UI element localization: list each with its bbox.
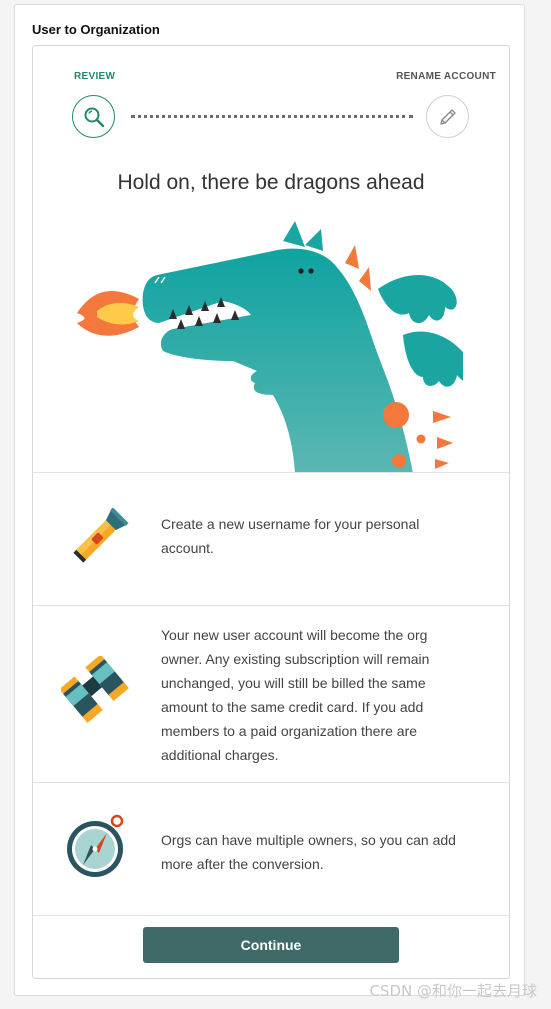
flashlight-icon [73,507,129,563]
feature-owner: Your new user account will become the or… [33,606,509,782]
step-connector [131,115,413,118]
dialog-panel: User to Organization REVIEW RENAME ACCOU… [14,4,525,996]
stepper: REVIEW RENAME ACCOUNT [33,46,509,166]
step-review [72,95,115,138]
step-rename-label: RENAME ACCOUNT [396,71,496,82]
step-rename [426,95,469,138]
continue-button[interactable]: Continue [143,927,399,963]
feature-username-text: Create a new username for your personal … [161,516,420,556]
conversion-card: REVIEW RENAME ACCOUNT Hold on, there be … [32,45,510,979]
compass-icon [67,814,124,877]
feature-username: Create a new username for your personal … [33,473,509,605]
feature-owner-text: Your new user account will become the or… [161,627,430,763]
binoculars-icon [61,656,129,723]
page-headline: Hold on, there be dragons ahead [117,171,425,194]
step-review-label: REVIEW [74,71,116,82]
dragon-illustration [77,221,463,473]
feature-owners: Orgs can have multiple owners, so you ca… [33,783,509,915]
pencil-icon [439,108,456,125]
search-icon [84,107,104,127]
watermark: CSDN @和你一起去月球 [369,982,537,1000]
feature-owners-text: Orgs can have multiple owners, so you ca… [161,832,456,872]
panel-title: User to Organization [32,22,160,37]
separator [33,915,509,916]
